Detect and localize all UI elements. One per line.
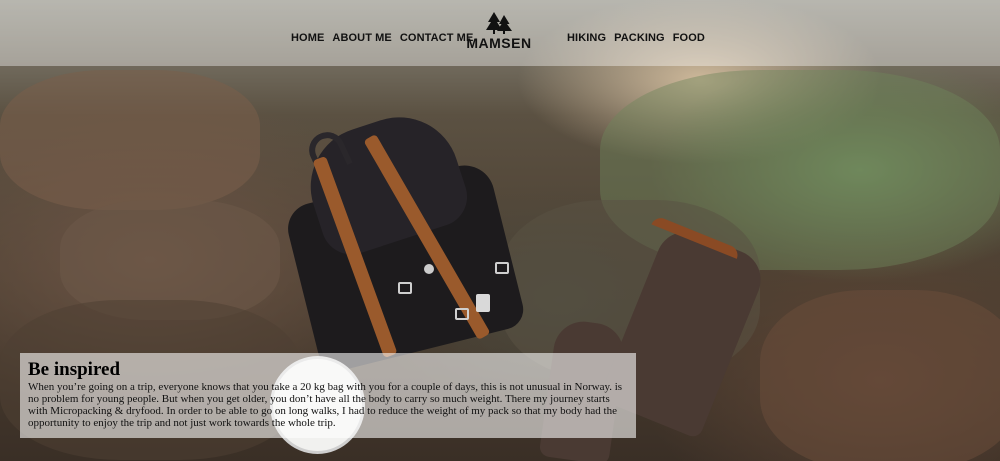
rock-shape bbox=[760, 290, 1000, 461]
card-body: When you’re going on a trip, everyone kn… bbox=[28, 381, 623, 429]
intro-card: Be inspired When you’re going on a trip,… bbox=[20, 353, 636, 438]
card-title: Be inspired bbox=[28, 359, 121, 380]
backpack-logo-patch bbox=[476, 294, 490, 312]
nav-right: HIKING PACKING FOOD bbox=[567, 32, 705, 44]
nav-link-hiking[interactable]: HIKING bbox=[567, 32, 606, 44]
strap-buckle bbox=[455, 308, 469, 320]
backpack-illustration bbox=[282, 101, 528, 375]
nav-left: HOME ABOUT ME CONTACT ME bbox=[291, 32, 473, 44]
pine-trees-icon bbox=[486, 12, 512, 34]
nav-link-packing[interactable]: PACKING bbox=[614, 32, 665, 44]
site-logo[interactable]: MAMSEN bbox=[458, 12, 540, 56]
nav-link-about-me[interactable]: ABOUT ME bbox=[332, 32, 391, 44]
nav-link-home[interactable]: HOME bbox=[291, 32, 324, 44]
backpack-button bbox=[424, 264, 434, 274]
site-header: HOME ABOUT ME CONTACT ME MAMSEN HIKING P… bbox=[0, 0, 1000, 66]
strap-buckle bbox=[495, 262, 509, 274]
rock-shape bbox=[0, 70, 260, 210]
strap-buckle bbox=[398, 282, 412, 294]
nav-link-food[interactable]: FOOD bbox=[673, 32, 705, 44]
logo-text: MAMSEN bbox=[466, 35, 532, 51]
